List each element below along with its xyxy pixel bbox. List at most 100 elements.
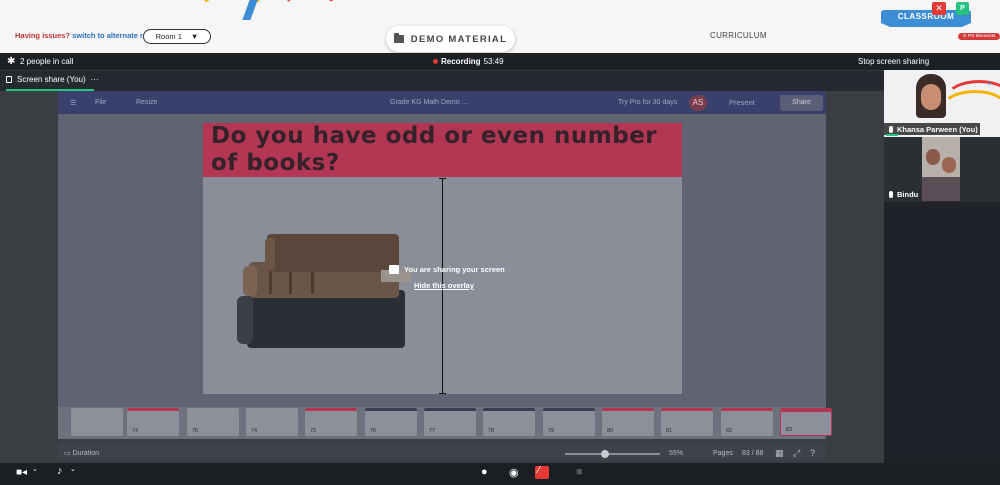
slide-thumbnail[interactable]: 74 [127,408,179,436]
divider-cap-bottom [439,393,446,394]
slide-thumbnail[interactable]: 75 [187,408,239,436]
slide-thumbnail[interactable]: 79 [543,408,595,436]
slide-thumbnail[interactable]: 82 [721,408,773,436]
present-button[interactable]: Present [729,98,755,107]
avatar[interactable]: AS [689,95,707,111]
camera-icon[interactable]: ■◂ [16,467,27,478]
thumbnail-header-bar [187,408,239,411]
slide-thumbnail[interactable] [71,408,123,436]
timer-icon: ▭ [64,450,73,457]
shared-app-toolbar: ☰ File Resize Grade KG Math Demo ... Try… [58,91,826,114]
participant-name-bindu: Bindu [889,190,918,199]
doc-title[interactable]: Grade KG Math Demo ... [390,99,467,106]
thumbnail-header-bar [424,408,476,411]
more-options-icon[interactable]: ··· [91,75,99,84]
screen-share-toggle-button[interactable]: ⁄ [535,465,549,479]
video-person-1 [926,149,940,165]
thumbnail-number: 79 [548,428,555,434]
thumbnail-header-bar [483,408,535,411]
menu-file[interactable]: File [95,99,106,106]
screen-icon [389,265,399,274]
hide-overlay-link[interactable]: Hide this overlay [414,281,474,290]
ps-moments-badge[interactable]: ⊙ PS Moments [958,33,1000,40]
duration-button[interactable]: ▭ Duration [64,449,99,457]
thumbnail-number: 74 [132,428,139,434]
participant-face-skin [921,84,941,110]
slide-thumbnail[interactable]: 83 [780,408,832,436]
pages-button[interactable]: Pages [713,450,733,457]
tab-screen-share[interactable]: Screen share (You) ··· [6,75,99,84]
tile-pin-icon[interactable]: + [987,79,992,88]
p-button[interactable]: P [956,2,969,15]
menu-resize[interactable]: Resize [136,99,157,106]
chat-icon[interactable]: ◉ [509,466,519,479]
books-image [237,234,411,348]
grid-view-icon[interactable]: ▦ [775,448,784,459]
video-clothes [922,177,960,201]
help-icon[interactable]: ? [810,448,815,458]
thumbnail-header-bar [543,408,595,411]
thumbnail-number: 75 [192,428,199,434]
thumbnail-number: 82 [726,428,733,434]
slide-thumbnails: 74 75 74 75 76 77 78 79 80 81 82 83 [58,407,832,439]
mic-options-chevron-icon[interactable]: ⌄ [70,465,76,473]
mic-icon [889,126,893,133]
thumbnail-number: 83 [786,427,793,433]
slide-thumbnail[interactable]: 77 [424,408,476,436]
thumbnail-number: 75 [310,428,317,434]
thumbnail-header-bar [71,408,123,411]
demo-material-button[interactable]: DEMO MATERIAL [386,26,515,52]
camera-options-chevron-icon[interactable]: ⌄ [32,465,38,473]
zoom-slider-handle[interactable] [601,450,609,458]
expand-view-icon[interactable]: ⤢ [793,448,800,459]
zoom-level: 55% [669,450,684,457]
thumbnail-header-bar [365,408,417,411]
speaking-indicator [886,134,898,136]
recording-indicator: Recording 53:49 [433,57,504,66]
screen-share-icon [6,76,12,83]
more-controls-icon[interactable]: ■ [576,466,583,478]
hamburger-icon[interactable]: ☰ [70,99,76,107]
thumbnail-number: 77 [429,428,436,434]
share-off-icon: ⁄ [538,465,540,476]
thumbnail-header-bar [721,408,773,411]
close-icon: ✕ [935,3,943,13]
participant-video-bindu [922,137,960,201]
sharing-overlay-message: You are sharing your screen [389,265,505,274]
thumbnail-number: 74 [251,428,258,434]
zoom-slider[interactable] [565,453,660,455]
microphone-icon[interactable]: ♪ [57,465,63,477]
divider-cap-top [439,178,446,179]
gear-icon[interactable]: ✱ [7,57,16,67]
thumbnail-number: 76 [370,428,377,434]
video-person-2 [942,157,956,173]
fullscreen-icon[interactable]: ⤢ [983,3,991,13]
slide-title: Do you have odd or even number of books? [203,123,682,177]
slide-thumbnail[interactable]: 80 [602,408,654,436]
room-select[interactable]: Room 1 ▼ [143,29,211,44]
stop-sharing-button[interactable]: ✕ [932,2,946,15]
people-count: 2 people in call [20,57,74,66]
thumbnail-header-bar [781,409,831,412]
thumbnail-number: 80 [607,428,614,434]
slide-thumbnail[interactable]: 78 [483,408,535,436]
thumbnail-number: 81 [666,428,673,434]
thumbnail-header-bar [246,408,298,411]
slide-thumbnail[interactable]: 81 [661,408,713,436]
call-controls-bar [0,463,1000,485]
issues-text: Having issues? switch to alternate room [15,31,159,40]
folder-icon [393,33,404,43]
thumbnail-number: 78 [488,428,495,434]
record-dot-icon [433,59,438,64]
slide-thumbnail[interactable]: 76 [365,408,417,436]
tab-curriculum[interactable]: CURRICULUM [710,31,767,40]
thumbnail-header-bar [661,408,713,411]
share-tab-bar: Screen share (You) ··· [0,70,884,91]
slide-thumbnail[interactable]: 74 [246,408,298,436]
slide-thumbnail[interactable]: 75 [305,408,357,436]
try-pro-link[interactable]: Try Pro for 30 days [618,99,677,106]
share-button[interactable]: Share [780,95,823,111]
people-icon[interactable]: ● [481,466,488,478]
stop-sharing-label: Stop screen sharing [858,57,930,66]
participant-name-you: Khansa Parween (You) [889,125,978,134]
